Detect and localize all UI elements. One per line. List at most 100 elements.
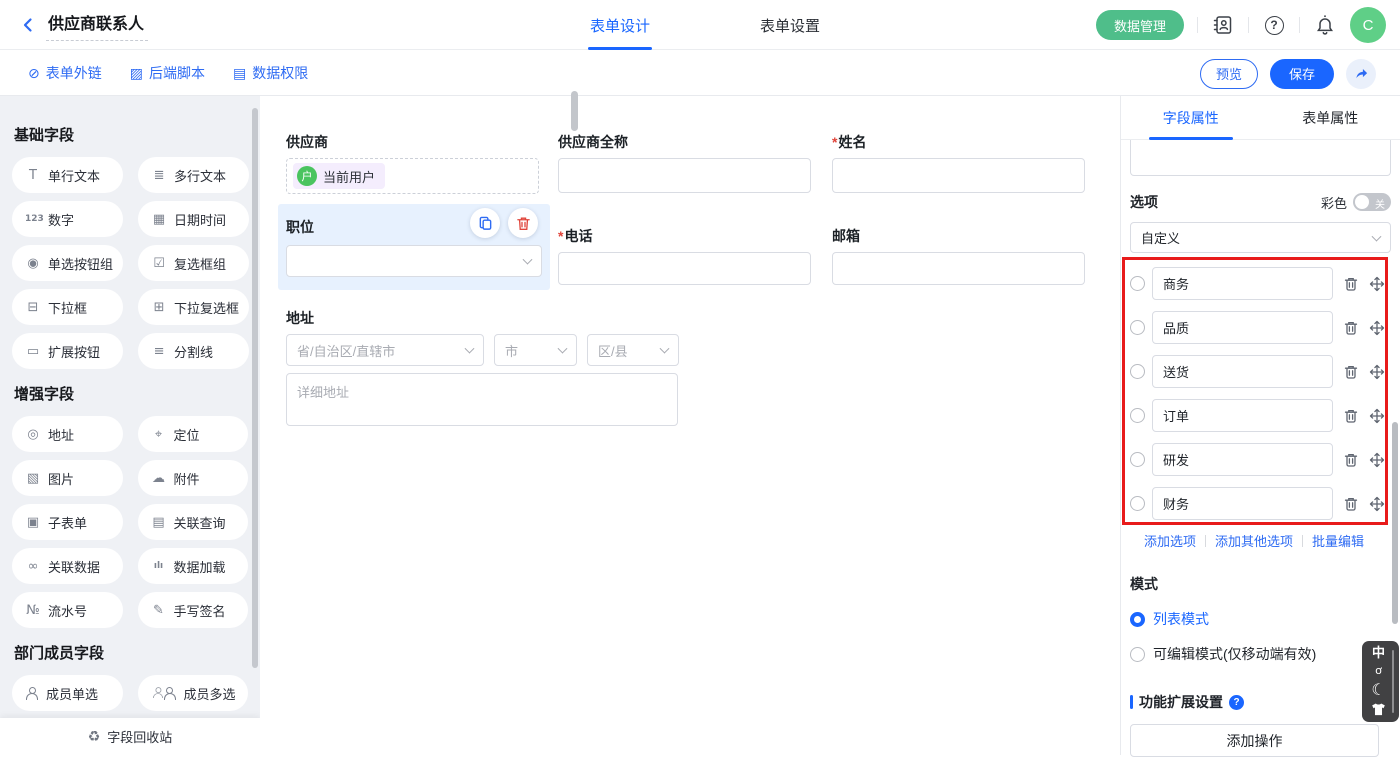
backend-script-action[interactable]: ▨ 后端脚本 (130, 63, 205, 83)
city-select[interactable]: 市 (494, 334, 577, 366)
field-address[interactable]: 地址 省/自治区/直辖市 市 区/县 (286, 308, 686, 429)
delete-option-icon[interactable] (1343, 364, 1359, 380)
option-source-select[interactable]: 自定义 (1130, 222, 1391, 253)
delete-option-icon[interactable] (1343, 496, 1359, 512)
field-position-selected[interactable]: 职位 (278, 204, 550, 290)
district-select[interactable]: 区/县 (587, 334, 679, 366)
data-manage-button[interactable]: 数据管理 (1096, 10, 1184, 40)
ime-accent-button[interactable]: ơ (1375, 665, 1382, 676)
position-select[interactable] (286, 245, 542, 277)
sidebar-item-dropdown[interactable]: ⊟下拉框 (12, 289, 123, 325)
user-avatar[interactable]: C (1350, 7, 1386, 43)
move-option-icon[interactable] (1369, 452, 1385, 468)
sidebar-item-single-line-text[interactable]: T单行文本 (12, 157, 123, 193)
option-input[interactable] (1152, 355, 1333, 388)
sidebar-item-number[interactable]: 123数字 (12, 201, 123, 237)
batch-edit-link[interactable]: 批量编辑 (1312, 531, 1364, 550)
delete-option-icon[interactable] (1343, 408, 1359, 424)
data-permission-action[interactable]: ▤ 数据权限 (233, 63, 308, 83)
move-option-icon[interactable] (1369, 276, 1385, 292)
province-select[interactable]: 省/自治区/直辖市 (286, 334, 484, 366)
field-name[interactable]: *姓名 (832, 132, 1085, 193)
delete-field-button[interactable] (508, 208, 538, 238)
ime-language-button[interactable]: 中 (1372, 647, 1385, 660)
supplier-fullname-input[interactable] (558, 158, 811, 193)
sidebar-item-image[interactable]: ▧图片 (12, 460, 123, 496)
external-link-action[interactable]: ⊘ 表单外链 (28, 63, 102, 83)
moon-dark-mode-icon[interactable]: ☾ (1371, 682, 1385, 698)
name-input[interactable] (832, 158, 1085, 193)
delete-option-icon[interactable] (1343, 320, 1359, 336)
help-tip-icon[interactable]: ? (1229, 695, 1244, 710)
preview-button[interactable]: 预览 (1200, 59, 1258, 89)
delete-option-icon[interactable] (1343, 452, 1359, 468)
option-input[interactable] (1152, 267, 1333, 300)
sidebar-item-linked-data[interactable]: ∞关联数据 (12, 548, 123, 584)
sidebar-item-radio-group[interactable]: ◉单选按钮组 (12, 245, 123, 281)
option-input[interactable] (1152, 399, 1333, 432)
sidebar-item-member-single[interactable]: 成员单选 (12, 675, 123, 711)
back-button[interactable] (14, 11, 42, 39)
sidebar-item-checkbox-group[interactable]: ☑复选框组 (138, 245, 249, 281)
option-radio[interactable] (1130, 408, 1145, 423)
option-input[interactable] (1152, 311, 1333, 344)
move-option-icon[interactable] (1369, 364, 1385, 380)
delete-option-icon[interactable] (1343, 276, 1359, 292)
mode-editable-radio[interactable]: 可编辑模式(仅移动端有效) (1130, 644, 1391, 664)
color-toggle[interactable]: 关 (1353, 193, 1391, 211)
sidebar-item-member-multi[interactable]: 成员多选 (138, 675, 249, 711)
sidebar-item-serial-number[interactable]: №流水号 (12, 592, 123, 628)
tab-field-properties[interactable]: 字段属性 (1121, 96, 1261, 139)
add-action-button[interactable]: 添加操作 (1130, 724, 1379, 757)
sidebar-item-multi-dropdown[interactable]: ⊞下拉复选框 (138, 289, 249, 325)
field-recycle-bin[interactable]: ♻ 字段回收站 (0, 718, 260, 755)
notification-bell-icon[interactable] (1313, 13, 1337, 37)
save-button[interactable]: 保存 (1270, 59, 1334, 89)
tab-form-settings[interactable]: 表单设置 (760, 0, 820, 50)
tab-form-properties[interactable]: 表单属性 (1261, 96, 1400, 139)
sidebar-item-multi-line-text[interactable]: ≣多行文本 (138, 157, 249, 193)
contacts-book-icon[interactable] (1211, 13, 1235, 37)
field-email[interactable]: 邮箱 (832, 226, 1085, 285)
option-radio[interactable] (1130, 276, 1145, 291)
help-icon[interactable]: ? (1262, 13, 1286, 37)
move-option-icon[interactable] (1369, 320, 1385, 336)
sidebar-item-subform[interactable]: ▣子表单 (12, 504, 123, 540)
sidebar-item-location[interactable]: ⌖定位 (138, 416, 249, 452)
field-supplier[interactable]: 供应商 户 当前用户 (286, 132, 539, 194)
field-supplier-fullname[interactable]: 供应商全称 (558, 132, 811, 193)
sidebar-scrollbar[interactable] (252, 108, 258, 668)
add-option-link[interactable]: 添加选项 (1144, 531, 1196, 550)
move-option-icon[interactable] (1369, 496, 1385, 512)
option-radio[interactable] (1130, 452, 1145, 467)
option-radio[interactable] (1130, 364, 1145, 379)
sidebar-item-attachment[interactable]: ☁附件 (138, 460, 249, 496)
address-detail-textarea[interactable] (286, 373, 678, 426)
share-button[interactable] (1346, 59, 1376, 89)
option-input[interactable] (1152, 487, 1333, 520)
sidebar-item-extend-button[interactable]: ▭扩展按钮 (12, 333, 123, 369)
email-input[interactable] (832, 252, 1085, 285)
move-option-icon[interactable] (1369, 408, 1385, 424)
sidebar-item-data-load[interactable]: ılı数据加载 (138, 548, 249, 584)
phone-input[interactable] (558, 252, 811, 285)
field-title-input-partial[interactable] (1130, 140, 1391, 176)
add-other-option-link[interactable]: 添加其他选项 (1215, 531, 1293, 550)
sidebar-item-signature[interactable]: ✎手写签名 (138, 592, 249, 628)
canvas-scrollbar[interactable] (571, 91, 578, 131)
sidebar-item-datetime[interactable]: ▦日期时间 (138, 201, 249, 237)
option-radio[interactable] (1130, 496, 1145, 511)
field-phone[interactable]: *电话 (558, 226, 811, 285)
sidebar-item-linked-query[interactable]: ▤关联查询 (138, 504, 249, 540)
sidebar-item-address[interactable]: ◎地址 (12, 416, 123, 452)
supplier-input[interactable]: 户 当前用户 (286, 158, 539, 194)
mode-list-radio[interactable]: 列表模式 (1130, 609, 1391, 629)
copy-field-button[interactable] (470, 208, 500, 238)
current-user-tag[interactable]: 户 当前用户 (293, 163, 385, 189)
panel-scrollbar[interactable] (1392, 422, 1398, 624)
tab-form-design[interactable]: 表单设计 (590, 0, 650, 50)
option-input[interactable] (1152, 443, 1333, 476)
option-radio[interactable] (1130, 320, 1145, 335)
shirt-skin-icon[interactable] (1371, 703, 1386, 716)
form-title[interactable]: 供应商联系人 (46, 8, 148, 41)
